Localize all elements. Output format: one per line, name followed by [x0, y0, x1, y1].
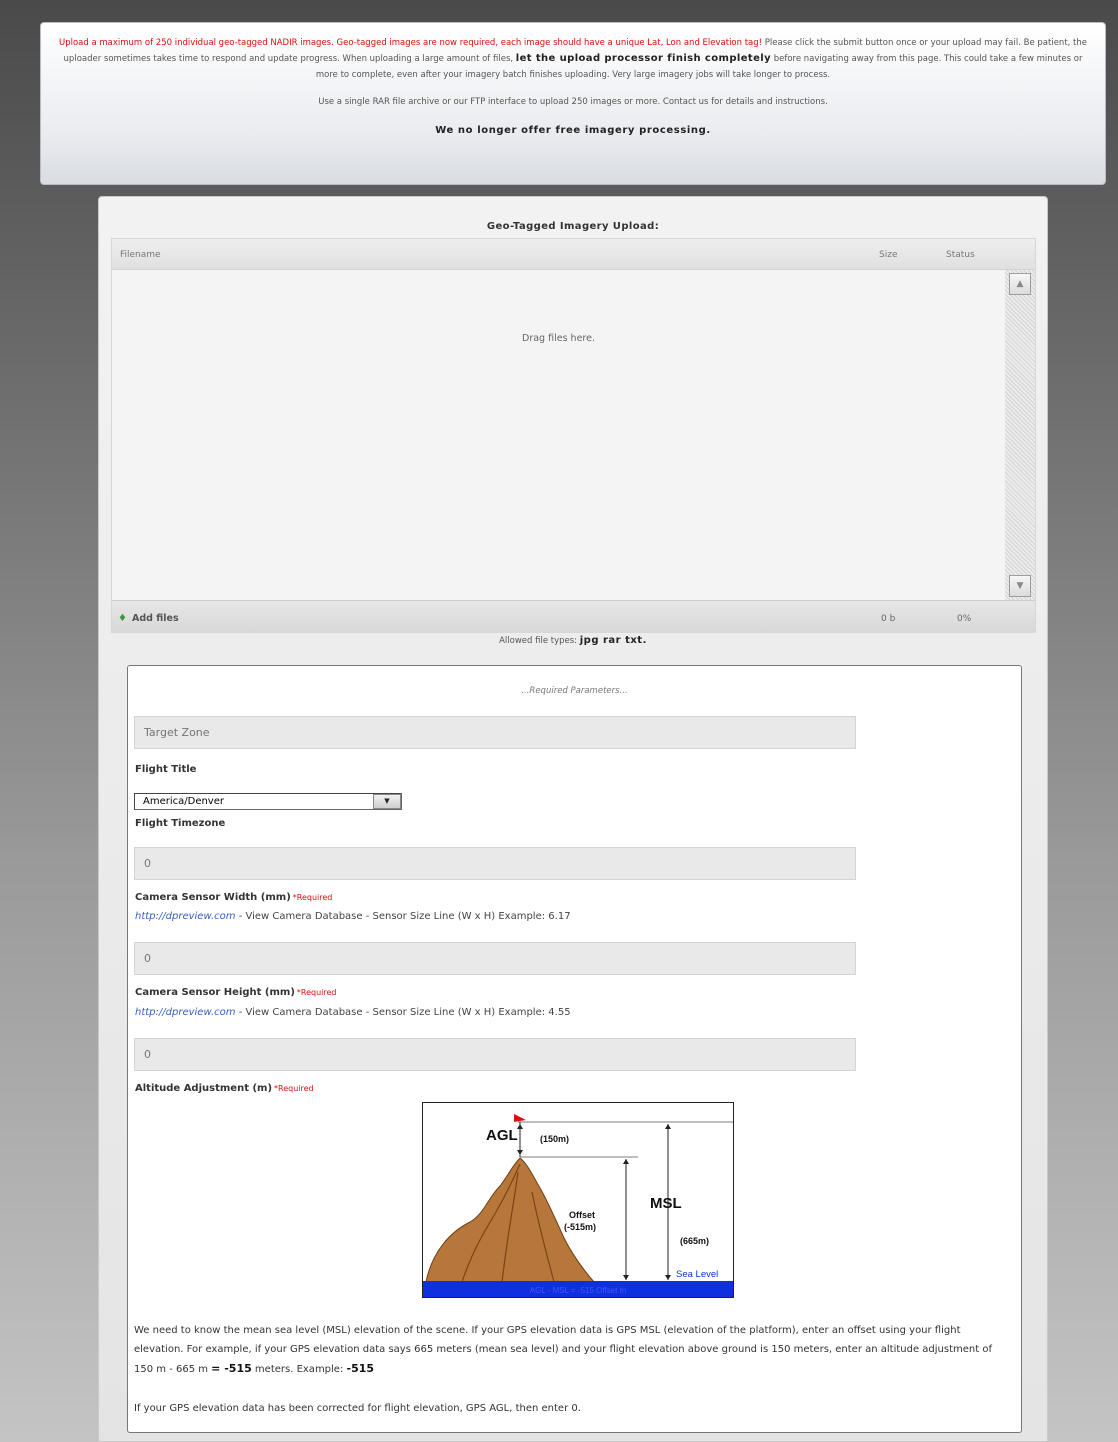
- upload-title: Geo-Tagged Imagery Upload:: [486, 221, 660, 232]
- agl-value: (150m): [540, 1134, 569, 1144]
- dpreview-link[interactable]: http://dpreview.com: [135, 1007, 236, 1018]
- altitude-label: Altitude Adjustment (m) *Required: [135, 1083, 314, 1094]
- msl-label: MSL: [650, 1195, 682, 1212]
- notice-no-free: We no longer offer free imagery processi…: [435, 125, 711, 136]
- notice-rar: Use a single RAR file archive or our FTP…: [318, 97, 828, 107]
- required-marker: *Required: [296, 988, 337, 997]
- sensor-width-label-text: Camera Sensor Width (mm): [135, 892, 291, 903]
- upload-notice: Upload a maximum of 250 individual geo-t…: [40, 22, 1106, 185]
- timezone-label: Flight Timezone: [135, 818, 226, 829]
- msl-equation: = -515: [211, 1362, 252, 1375]
- allowed-file-types: Allowed file types: jpg rar txt.: [99, 635, 1047, 646]
- file-list-header: Filename Size Status: [112, 239, 1035, 270]
- required-marker: *Required: [274, 1084, 314, 1093]
- sea-level-label: Sea Level: [676, 1269, 718, 1280]
- dpreview-link[interactable]: http://dpreview.com: [135, 911, 236, 922]
- allowed-label: Allowed file types:: [499, 636, 578, 646]
- altitude-label-text: Altitude Adjustment (m): [135, 1083, 273, 1094]
- column-filename: Filename: [120, 250, 161, 260]
- required-marker: *Required: [292, 893, 333, 902]
- drop-zone[interactable]: Drag files here.: [112, 270, 1005, 600]
- sensor-width-hint-text: - View Camera Database - Sensor Size Lin…: [235, 911, 571, 922]
- offset-label: Offset: [569, 1210, 595, 1220]
- timezone-select[interactable]: America/Denver ▼: [134, 793, 402, 810]
- scroll-down-button[interactable]: ▼: [1009, 575, 1031, 597]
- agl-label: AGL: [486, 1127, 518, 1144]
- file-list-footer: ♦ Add files 0 b 0%: [112, 600, 1035, 633]
- drop-zone-text: Drag files here.: [522, 333, 595, 344]
- plus-icon: ♦: [118, 613, 127, 624]
- sensor-height-hint-text: - View Camera Database - Sensor Size Lin…: [235, 1007, 571, 1018]
- agl-explanation: If your GPS elevation data has been corr…: [134, 1403, 581, 1414]
- allowed-types: jpg rar txt.: [579, 635, 647, 646]
- msl-value: (665m): [680, 1236, 709, 1246]
- scroll-up-button[interactable]: ▲: [1009, 273, 1031, 295]
- file-list-scrollbar[interactable]: ▲ ▼: [1005, 270, 1035, 600]
- total-size: 0 b: [881, 614, 896, 624]
- add-files-label: Add files: [131, 613, 179, 624]
- sensor-height-input[interactable]: [134, 942, 856, 975]
- file-uploader[interactable]: Filename Size Status Drag files here. ▲ …: [111, 238, 1036, 633]
- notice-warning: Upload a maximum of 250 individual geo-t…: [58, 38, 763, 48]
- add-files-button[interactable]: ♦ Add files: [118, 613, 179, 624]
- sensor-height-label-text: Camera Sensor Height (mm): [135, 987, 295, 998]
- msl-explanation: We need to know the mean sea level (MSL)…: [134, 1321, 1004, 1379]
- timezone-value: America/Denver: [143, 796, 224, 807]
- params-title: ...Required Parameters...: [521, 686, 628, 696]
- formula-label: AGL - MSL = -515 Offset m: [530, 1286, 627, 1295]
- notice-bold: let the upload processor finish complete…: [515, 53, 772, 64]
- altitude-adjustment-input[interactable]: [134, 1038, 856, 1071]
- altitude-diagram: AGL (150m) Offset (-515m) MSL (665m) Sea…: [422, 1102, 734, 1298]
- msl-example: -515: [346, 1362, 375, 1375]
- sensor-height-hint: http://dpreview.com - View Camera Databa…: [135, 1007, 571, 1018]
- notice-instructions: Upload a maximum of 250 individual geo-t…: [55, 35, 1091, 83]
- upload-panel: Geo-Tagged Imagery Upload: Filename Size…: [98, 196, 1048, 1442]
- sensor-width-hint: http://dpreview.com - View Camera Databa…: [135, 911, 571, 922]
- offset-value: (-515m): [564, 1222, 596, 1232]
- msl-explanation-text-2: meters. Example:: [251, 1364, 347, 1375]
- chevron-down-icon[interactable]: ▼: [373, 794, 401, 809]
- column-size: Size: [879, 250, 898, 260]
- flight-title-label: Flight Title: [135, 764, 197, 775]
- required-parameters-box: ...Required Parameters... Flight Title A…: [127, 665, 1022, 1433]
- sensor-width-label: Camera Sensor Width (mm) *Required: [135, 892, 332, 903]
- column-status: Status: [946, 250, 975, 260]
- sensor-height-label: Camera Sensor Height (mm) *Required: [135, 987, 337, 998]
- sensor-width-input[interactable]: [134, 847, 856, 880]
- total-progress: 0%: [957, 614, 972, 624]
- flight-title-input[interactable]: [134, 716, 856, 749]
